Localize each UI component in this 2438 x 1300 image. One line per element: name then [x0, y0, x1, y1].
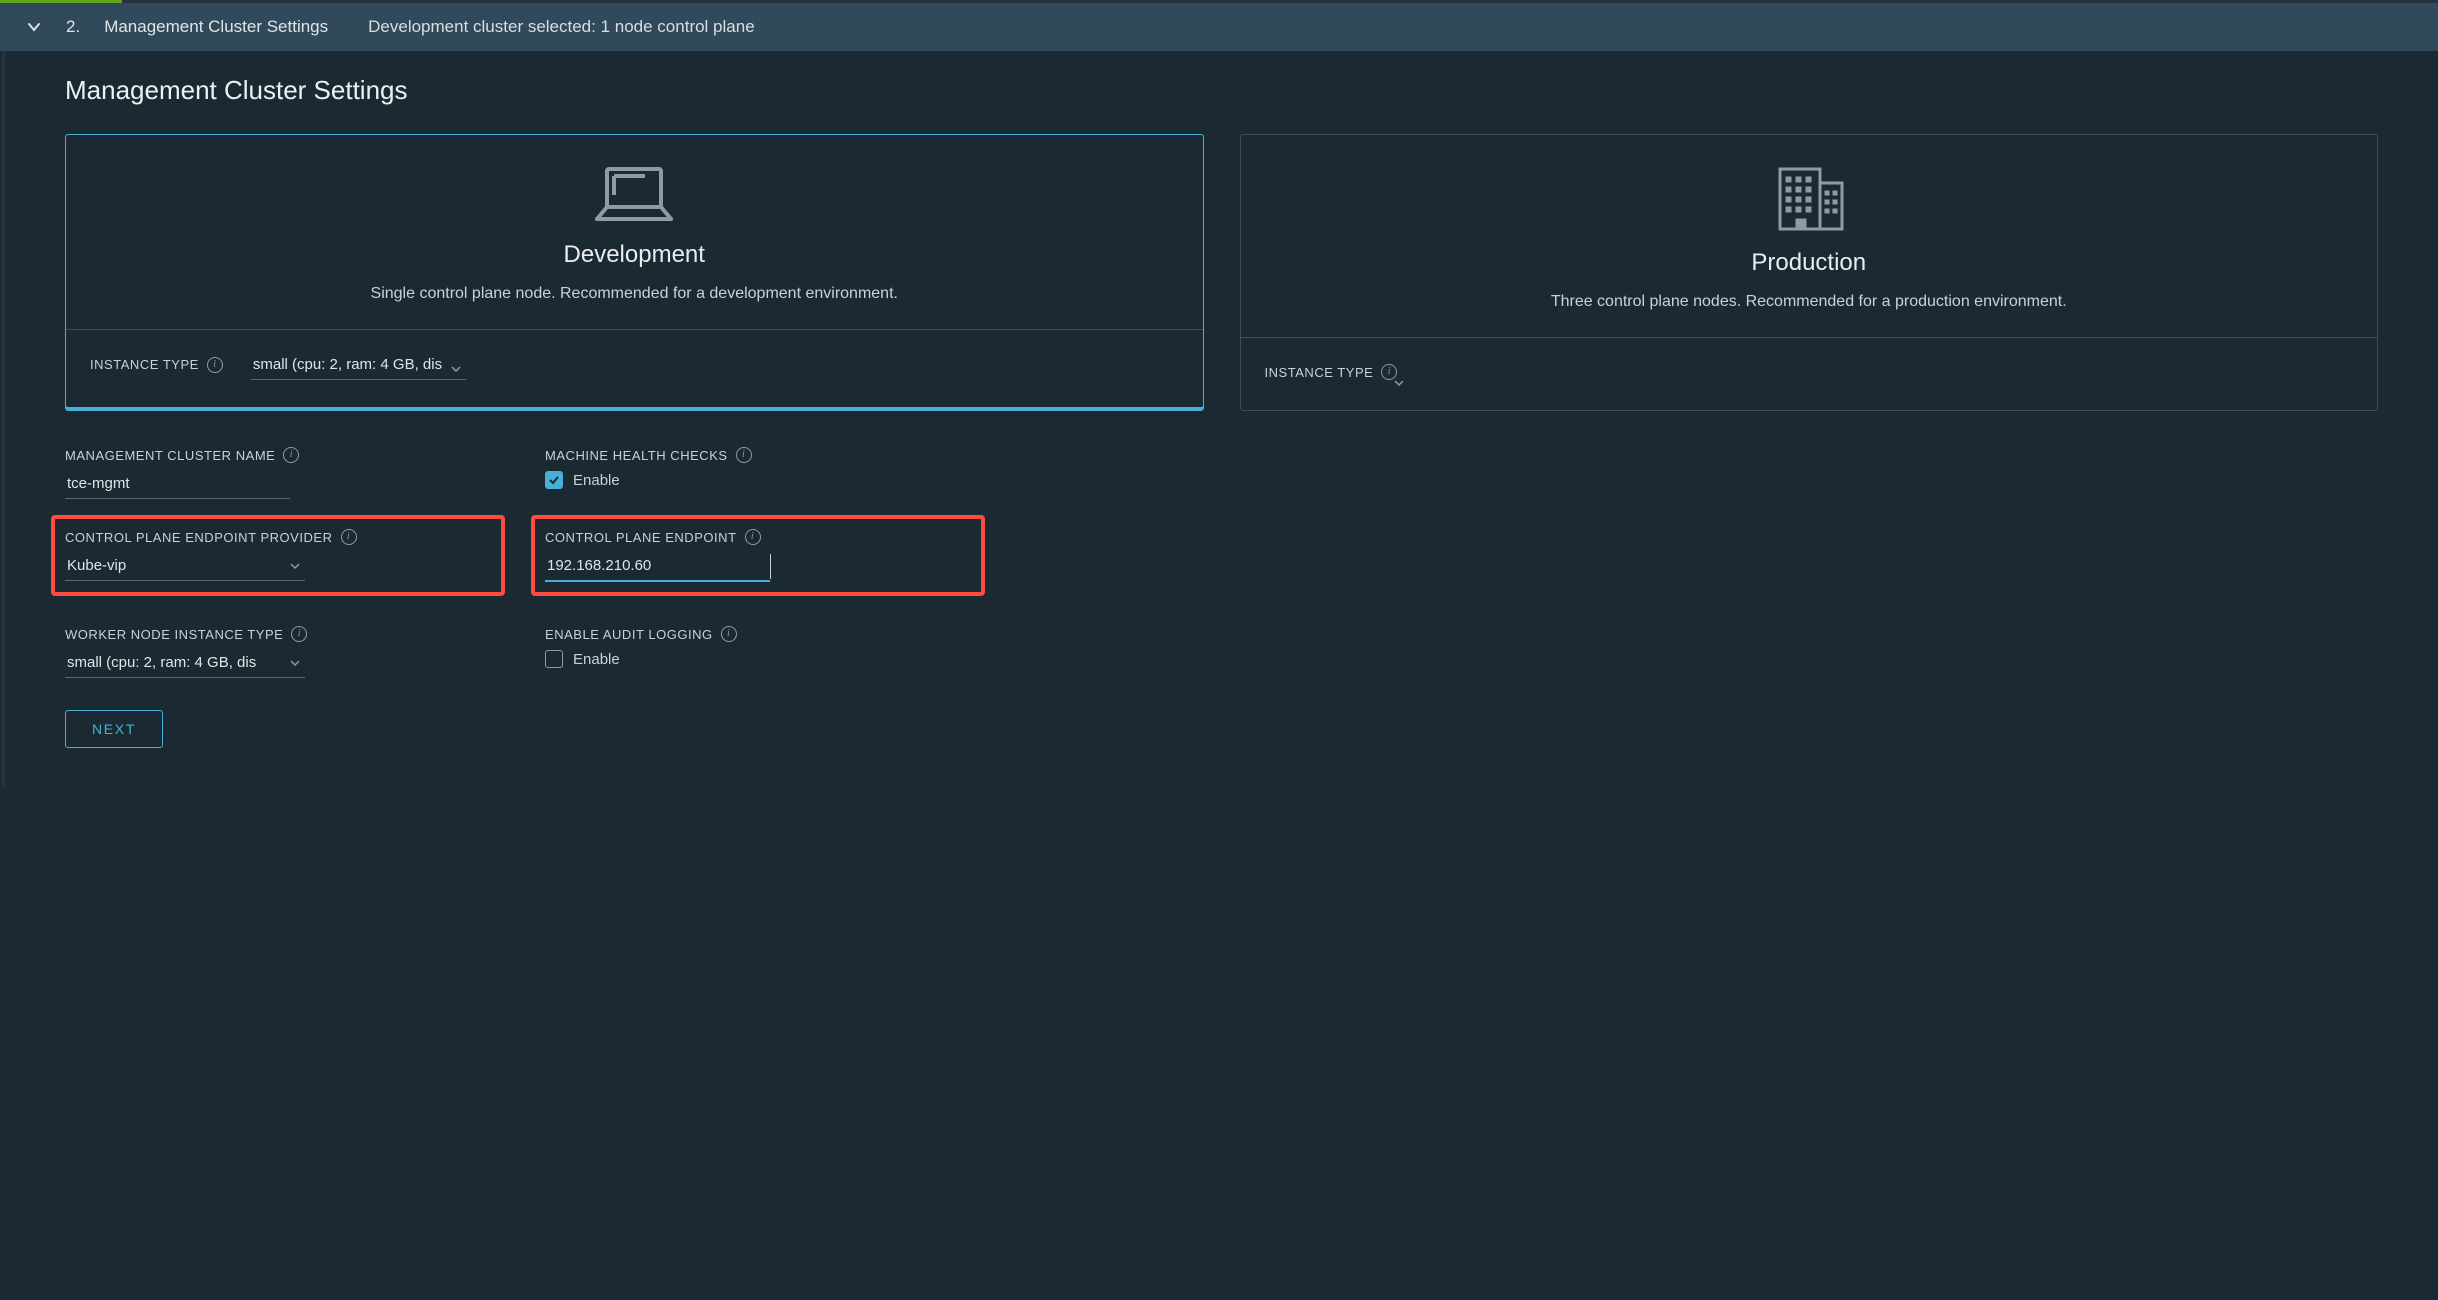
- laptop-icon: [90, 163, 1179, 227]
- info-icon[interactable]: i: [1381, 364, 1397, 380]
- step-header[interactable]: 2. Management Cluster Settings Developme…: [0, 3, 2438, 51]
- info-icon[interactable]: i: [283, 447, 299, 463]
- audit-enable-checkbox[interactable]: [545, 650, 563, 668]
- prod-card-title: Production: [1265, 249, 2354, 277]
- worker-instance-type-select[interactable]: small (cpu: 2, ram: 4 GB, dis: [65, 650, 305, 678]
- dev-instance-type-select[interactable]: small (cpu: 2, ram: 4 GB, dis: [251, 356, 466, 373]
- info-icon[interactable]: i: [341, 529, 357, 545]
- worker-instance-type-field: WORKER NODE INSTANCE TYPE i small (cpu: …: [65, 626, 505, 678]
- production-card[interactable]: Production Three control plane nodes. Re…: [1240, 134, 2379, 411]
- info-icon[interactable]: i: [736, 447, 752, 463]
- info-icon[interactable]: i: [207, 357, 223, 373]
- audit-logging-field: ENABLE AUDIT LOGGING i Enable: [545, 626, 985, 678]
- control-plane-endpoint-field: CONTROL PLANE ENDPOINT i: [531, 515, 985, 596]
- page-title: Management Cluster Settings: [65, 75, 2378, 106]
- cluster-name-input[interactable]: [65, 471, 290, 499]
- dev-instance-type-label: INSTANCE TYPE i: [90, 357, 223, 373]
- dev-card-title: Development: [90, 241, 1179, 269]
- step-summary: Development cluster selected: 1 node con…: [368, 17, 755, 37]
- building-icon: [1265, 163, 2354, 235]
- step-title: Management Cluster Settings: [104, 17, 328, 37]
- info-icon[interactable]: i: [291, 626, 307, 642]
- chevron-down-icon[interactable]: [26, 19, 42, 35]
- info-icon[interactable]: i: [721, 626, 737, 642]
- control-plane-endpoint-input[interactable]: [545, 553, 770, 582]
- development-card[interactable]: Development Single control plane node. R…: [65, 134, 1204, 411]
- control-plane-provider-select[interactable]: Kube-vip: [65, 553, 305, 581]
- next-button[interactable]: NEXT: [65, 710, 163, 748]
- prod-card-description: Three control plane nodes. Recommended f…: [1265, 293, 2354, 311]
- prod-instance-type-label: INSTANCE TYPE i: [1265, 364, 1398, 380]
- mhc-enable-checkbox[interactable]: [545, 471, 563, 489]
- step-number: 2.: [66, 17, 80, 37]
- dev-card-description: Single control plane node. Recommended f…: [90, 285, 1179, 303]
- machine-health-checks-field: MACHINE HEALTH CHECKS i Enable: [545, 447, 985, 499]
- control-plane-provider-field: CONTROL PLANE ENDPOINT PROVIDER i Kube-v…: [51, 515, 505, 596]
- cluster-name-field: MANAGEMENT CLUSTER NAME i: [65, 447, 505, 499]
- info-icon[interactable]: i: [745, 529, 761, 545]
